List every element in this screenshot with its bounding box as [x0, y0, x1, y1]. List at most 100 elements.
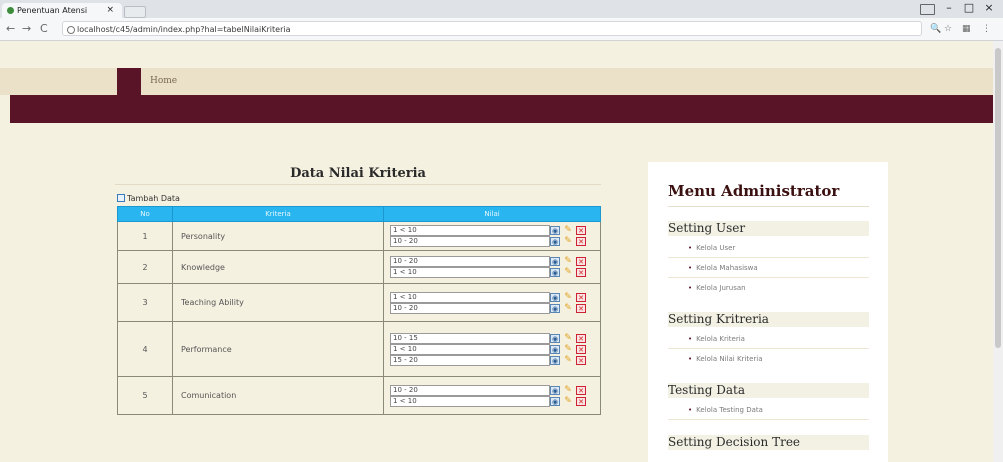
sidebar-item-kelola-jurusan[interactable]: Kelola Jurusan — [688, 283, 869, 293]
sidebar-item-kelola-kriteria[interactable]: Kelola Kriteria — [688, 334, 869, 344]
tab-title: Penentuan Atensi — [17, 6, 88, 15]
criteria-value-table: No Kriteria Nilai 1 Personality 1 < 10 ◉ ✎… — [117, 206, 601, 415]
view-icon[interactable]: ◉ — [550, 292, 560, 302]
view-icon[interactable]: ◉ — [550, 344, 560, 354]
edit-icon[interactable]: ✎ — [563, 344, 573, 354]
edit-icon[interactable]: ✎ — [563, 396, 573, 406]
header-banner — [10, 95, 1003, 123]
edit-icon[interactable]: ✎ — [563, 268, 573, 277]
extension-icon[interactable]: ▦ — [962, 24, 971, 34]
row-nilai-cell: 10 - 15 ◉ ✎ ✕ 1 < 10 ◉ ✎ ✕ 15 - 20 ◉ ✎ ✕ — [383, 321, 601, 377]
url-text: localhost/c45/admin/index.php?hal=tabelN… — [77, 25, 291, 34]
back-button[interactable]: ← — [6, 22, 15, 35]
sidebar-item-kelola-mahasiswa[interactable]: Kelola Mahasiswa — [688, 263, 869, 273]
delete-icon[interactable]: ✕ — [576, 303, 586, 313]
view-icon[interactable]: ◉ — [550, 237, 560, 246]
edit-icon[interactable]: ✎ — [563, 385, 573, 395]
zoom-icon[interactable]: 🔍 — [930, 24, 941, 34]
view-icon[interactable]: ◉ — [550, 268, 560, 277]
browser-tab-strip: Penentuan Atensi × – □ × — [0, 0, 1003, 18]
row-no: 2 — [117, 250, 173, 284]
menu-icon[interactable]: ⋮ — [982, 24, 991, 34]
profile-window-icon[interactable] — [920, 4, 935, 15]
add-data-link[interactable]: Tambah Data — [117, 194, 180, 204]
edit-icon[interactable]: ✎ — [563, 237, 573, 246]
delete-icon[interactable]: ✕ — [576, 396, 586, 406]
nilai-value: 1 < 10 — [390, 267, 550, 278]
address-bar[interactable]: localhost/c45/admin/index.php?hal=tabelN… — [62, 21, 922, 36]
reload-button[interactable]: C — [40, 22, 48, 35]
view-icon[interactable]: ◉ — [550, 396, 560, 406]
nav-home-link[interactable]: Home — [150, 68, 177, 95]
nilai-value: 10 - 20 — [390, 302, 550, 314]
edit-icon[interactable]: ✎ — [563, 333, 573, 343]
column-header-kriteria: Kriteria — [172, 206, 384, 222]
row-no: 5 — [117, 376, 173, 415]
delete-icon[interactable]: ✕ — [576, 333, 586, 343]
table-header-row: No Kriteria Nilai — [117, 206, 601, 222]
favicon-icon — [7, 7, 14, 14]
delete-icon[interactable]: ✕ — [576, 344, 586, 354]
bookmark-star-icon[interactable]: ☆ — [944, 24, 952, 34]
delete-icon[interactable]: ✕ — [576, 237, 586, 246]
row-no: 4 — [117, 321, 173, 377]
row-nilai-cell: 10 - 20 ◉ ✎ ✕ 1 < 10 ◉ ✎ ✕ — [383, 250, 601, 284]
add-icon — [117, 194, 125, 202]
scrollbar-thumb[interactable] — [995, 48, 1001, 348]
delete-icon[interactable]: ✕ — [576, 257, 586, 266]
sidebar-item-kelola-testing-data[interactable]: Kelola Testing Data — [688, 405, 869, 415]
delete-icon[interactable]: ✕ — [576, 226, 586, 235]
nilai-value: 1 < 10 — [390, 395, 550, 407]
info-icon[interactable] — [67, 26, 75, 34]
table-row: 5 Comunication 10 - 20 ◉ ✎ ✕ 1 < 10 ◉ ✎ ✕ — [117, 376, 601, 415]
sidebar-section-setting-user: Setting User — [668, 221, 869, 236]
nilai-value: 1 < 10 — [390, 291, 550, 303]
nilai-value: 10 - 15 — [390, 332, 550, 344]
sidebar-item-kelola-nilai-kriteria[interactable]: Kelola Nilai Kriteria — [688, 354, 869, 364]
nilai-value: 10 - 20 — [390, 236, 550, 247]
nilai-value: 1 < 10 — [390, 225, 550, 236]
edit-icon[interactable]: ✎ — [563, 355, 573, 365]
view-icon[interactable]: ◉ — [550, 355, 560, 365]
maximize-button[interactable]: □ — [960, 1, 978, 14]
delete-icon[interactable]: ✕ — [576, 355, 586, 365]
add-data-label: Tambah Data — [127, 194, 180, 203]
view-icon[interactable]: ◉ — [550, 226, 560, 235]
sidebar-item-kelola-user[interactable]: Kelola User — [688, 243, 869, 253]
edit-icon[interactable]: ✎ — [563, 226, 573, 235]
table-row: 4 Performance 10 - 15 ◉ ✎ ✕ 1 < 10 ◉ ✎ ✕ 15 - … — [117, 321, 601, 377]
table-row: 1 Personality 1 < 10 ◉ ✎ ✕ 10 - 20 ◉ ✎ ✕ — [117, 221, 601, 251]
close-window-button[interactable]: × — [980, 1, 998, 14]
new-tab-button[interactable] — [124, 6, 146, 18]
edit-icon[interactable]: ✎ — [563, 257, 573, 266]
delete-icon[interactable]: ✕ — [576, 385, 586, 395]
forward-button[interactable]: → — [22, 22, 31, 35]
view-icon[interactable]: ◉ — [550, 257, 560, 266]
admin-sidebar: Menu Administrator Setting User Kelola U… — [648, 162, 888, 462]
edit-icon[interactable]: ✎ — [563, 292, 573, 302]
view-icon[interactable]: ◉ — [550, 333, 560, 343]
row-kriteria: Teaching Ability — [172, 283, 384, 322]
minimize-button[interactable]: – — [940, 1, 958, 14]
nilai-value: 15 - 20 — [390, 354, 550, 366]
top-navigation: Home — [0, 68, 1003, 95]
row-kriteria: Personality — [172, 221, 384, 251]
sidebar-section-decision-tree: Setting Decision Tree — [668, 435, 869, 450]
sidebar-item-divider — [668, 257, 869, 258]
table-row: 2 Knowledge 10 - 20 ◉ ✎ ✕ 1 < 10 ◉ ✎ ✕ — [117, 250, 601, 284]
browser-tab[interactable]: Penentuan Atensi × — [2, 3, 122, 18]
delete-icon[interactable]: ✕ — [576, 268, 586, 277]
delete-icon[interactable]: ✕ — [576, 292, 586, 302]
sidebar-item-divider — [668, 277, 869, 278]
column-header-no: No — [117, 206, 173, 222]
row-nilai-cell: 10 - 20 ◉ ✎ ✕ 1 < 10 ◉ ✎ ✕ — [383, 376, 601, 415]
table-row: 3 Teaching Ability 1 < 10 ◉ ✎ ✕ 10 - 20 ◉ ✎ ✕ — [117, 283, 601, 322]
sidebar-section-setting-kriteria: Setting Kritreria — [668, 312, 869, 327]
sidebar-item-divider — [668, 348, 869, 349]
tab-close-icon[interactable]: × — [106, 3, 114, 18]
nilai-value: 10 - 20 — [390, 256, 550, 267]
row-nilai-cell: 1 < 10 ◉ ✎ ✕ 10 - 20 ◉ ✎ ✕ — [383, 283, 601, 322]
view-icon[interactable]: ◉ — [550, 303, 560, 313]
view-icon[interactable]: ◉ — [550, 385, 560, 395]
edit-icon[interactable]: ✎ — [563, 303, 573, 313]
